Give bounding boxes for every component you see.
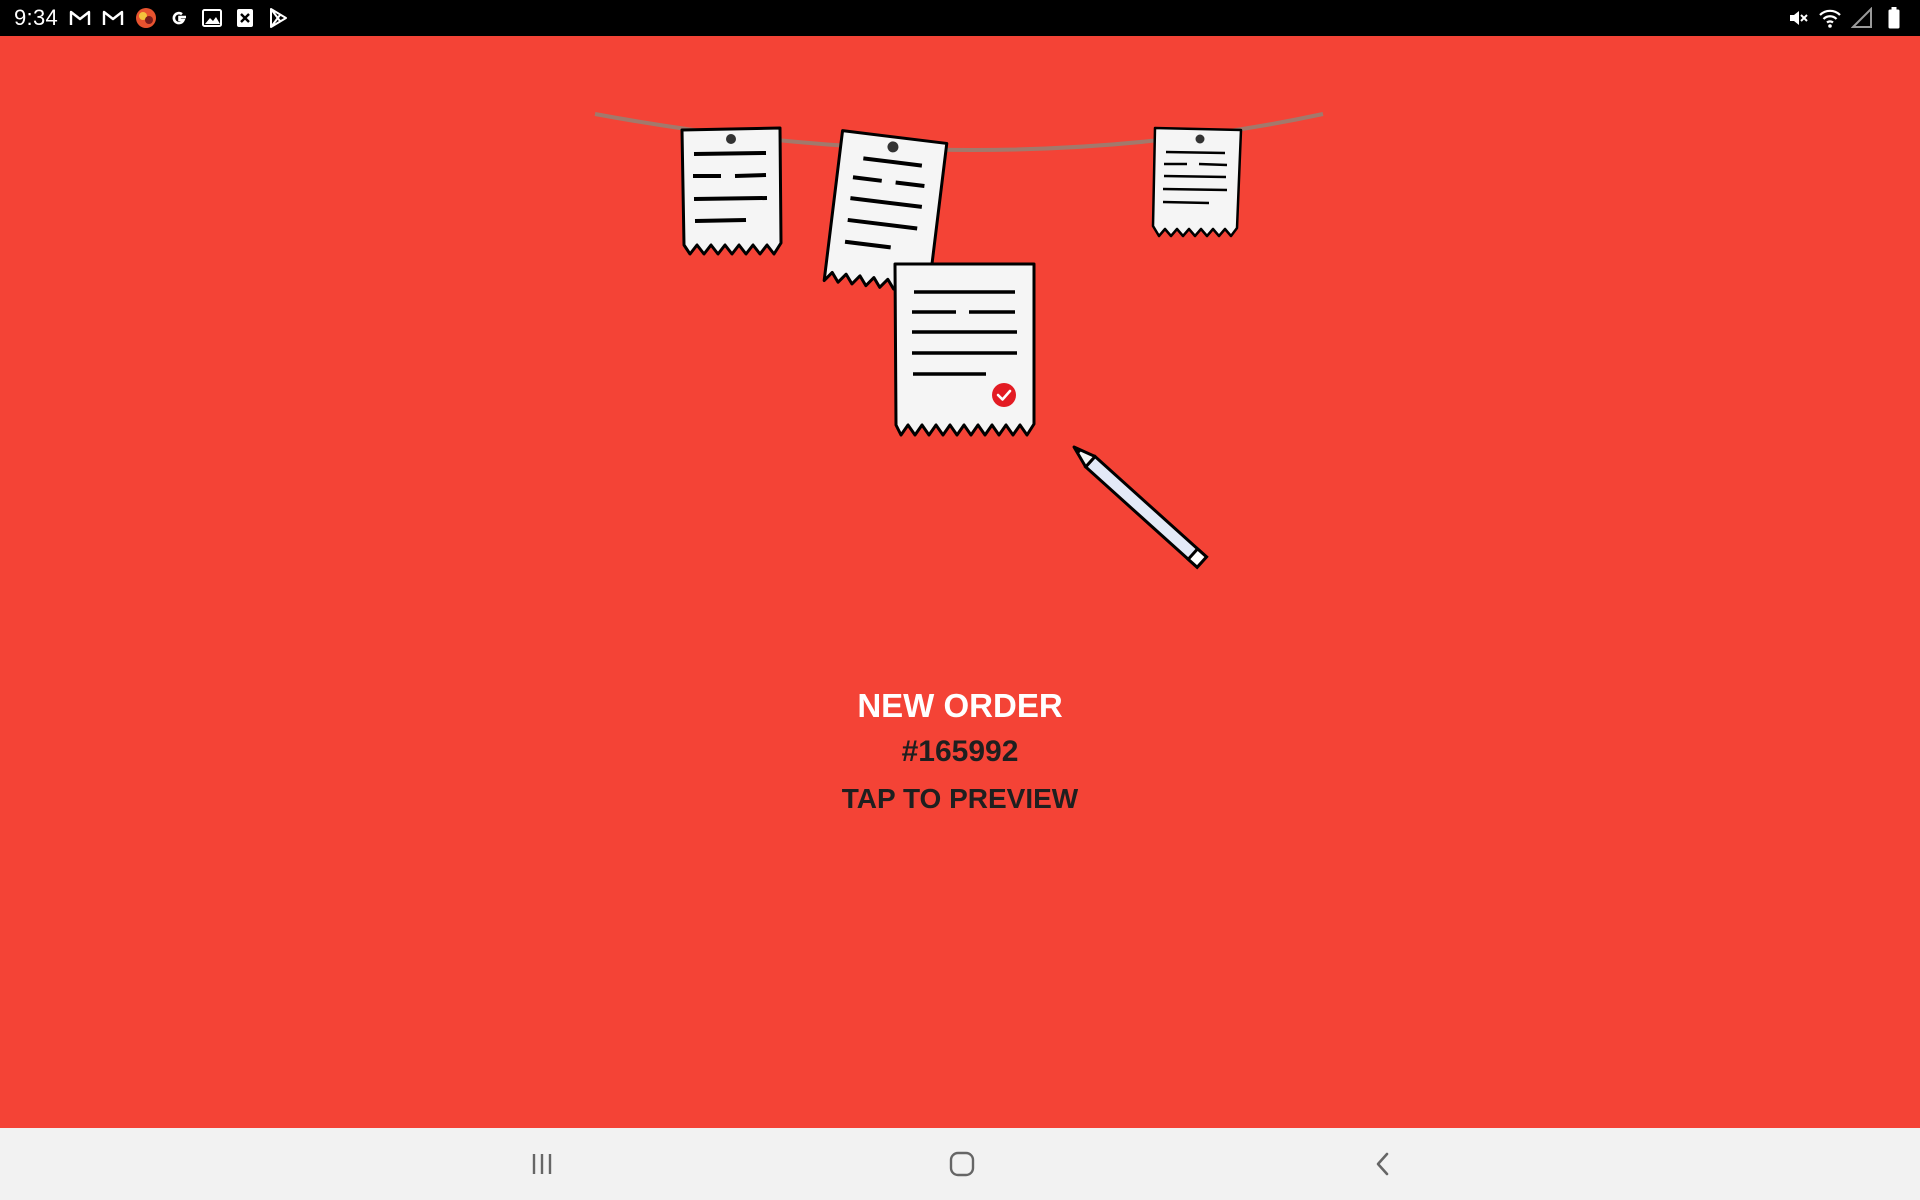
google-icon: [167, 6, 191, 30]
notification-icons: [68, 6, 290, 30]
status-time: 9:34: [14, 5, 59, 30]
back-icon: [1376, 1152, 1389, 1176]
status-bar: 9:34: [0, 0, 1920, 36]
new-order-screen[interactable]: NEW ORDER #165992 TAP TO PREVIEW: [0, 36, 1920, 1128]
gallery-icon: [200, 6, 224, 30]
receipt-4-icon: [1151, 126, 1243, 238]
order-title: NEW ORDER: [857, 687, 1063, 724]
navigation-bar: [0, 1128, 1920, 1200]
home-icon: [949, 1151, 975, 1177]
play-store-icon: [266, 6, 290, 30]
home-button[interactable]: [930, 1140, 994, 1188]
order-number: #165992: [901, 735, 1019, 768]
check-badge-icon: [992, 383, 1016, 407]
signal-icon: [1850, 6, 1874, 30]
gmail-icon: [101, 6, 125, 30]
wifi-icon: [1818, 6, 1842, 30]
app-avatar-icon: [134, 6, 158, 30]
back-button[interactable]: [1351, 1140, 1415, 1188]
receipt-checked-icon: [893, 262, 1036, 437]
receipts-illustration: [594, 112, 1324, 570]
recents-icon: [532, 1154, 552, 1174]
x-app-icon: [233, 6, 257, 30]
gmail-icon: [68, 6, 92, 30]
receipt-1-icon: [680, 126, 783, 256]
battery-icon: [1882, 6, 1906, 30]
system-icons: [1786, 6, 1906, 30]
tap-to-preview-label[interactable]: TAP TO PREVIEW: [0, 783, 1920, 815]
recents-button[interactable]: [510, 1140, 574, 1188]
mute-icon: [1786, 6, 1810, 30]
pencil-icon: [1072, 445, 1209, 570]
